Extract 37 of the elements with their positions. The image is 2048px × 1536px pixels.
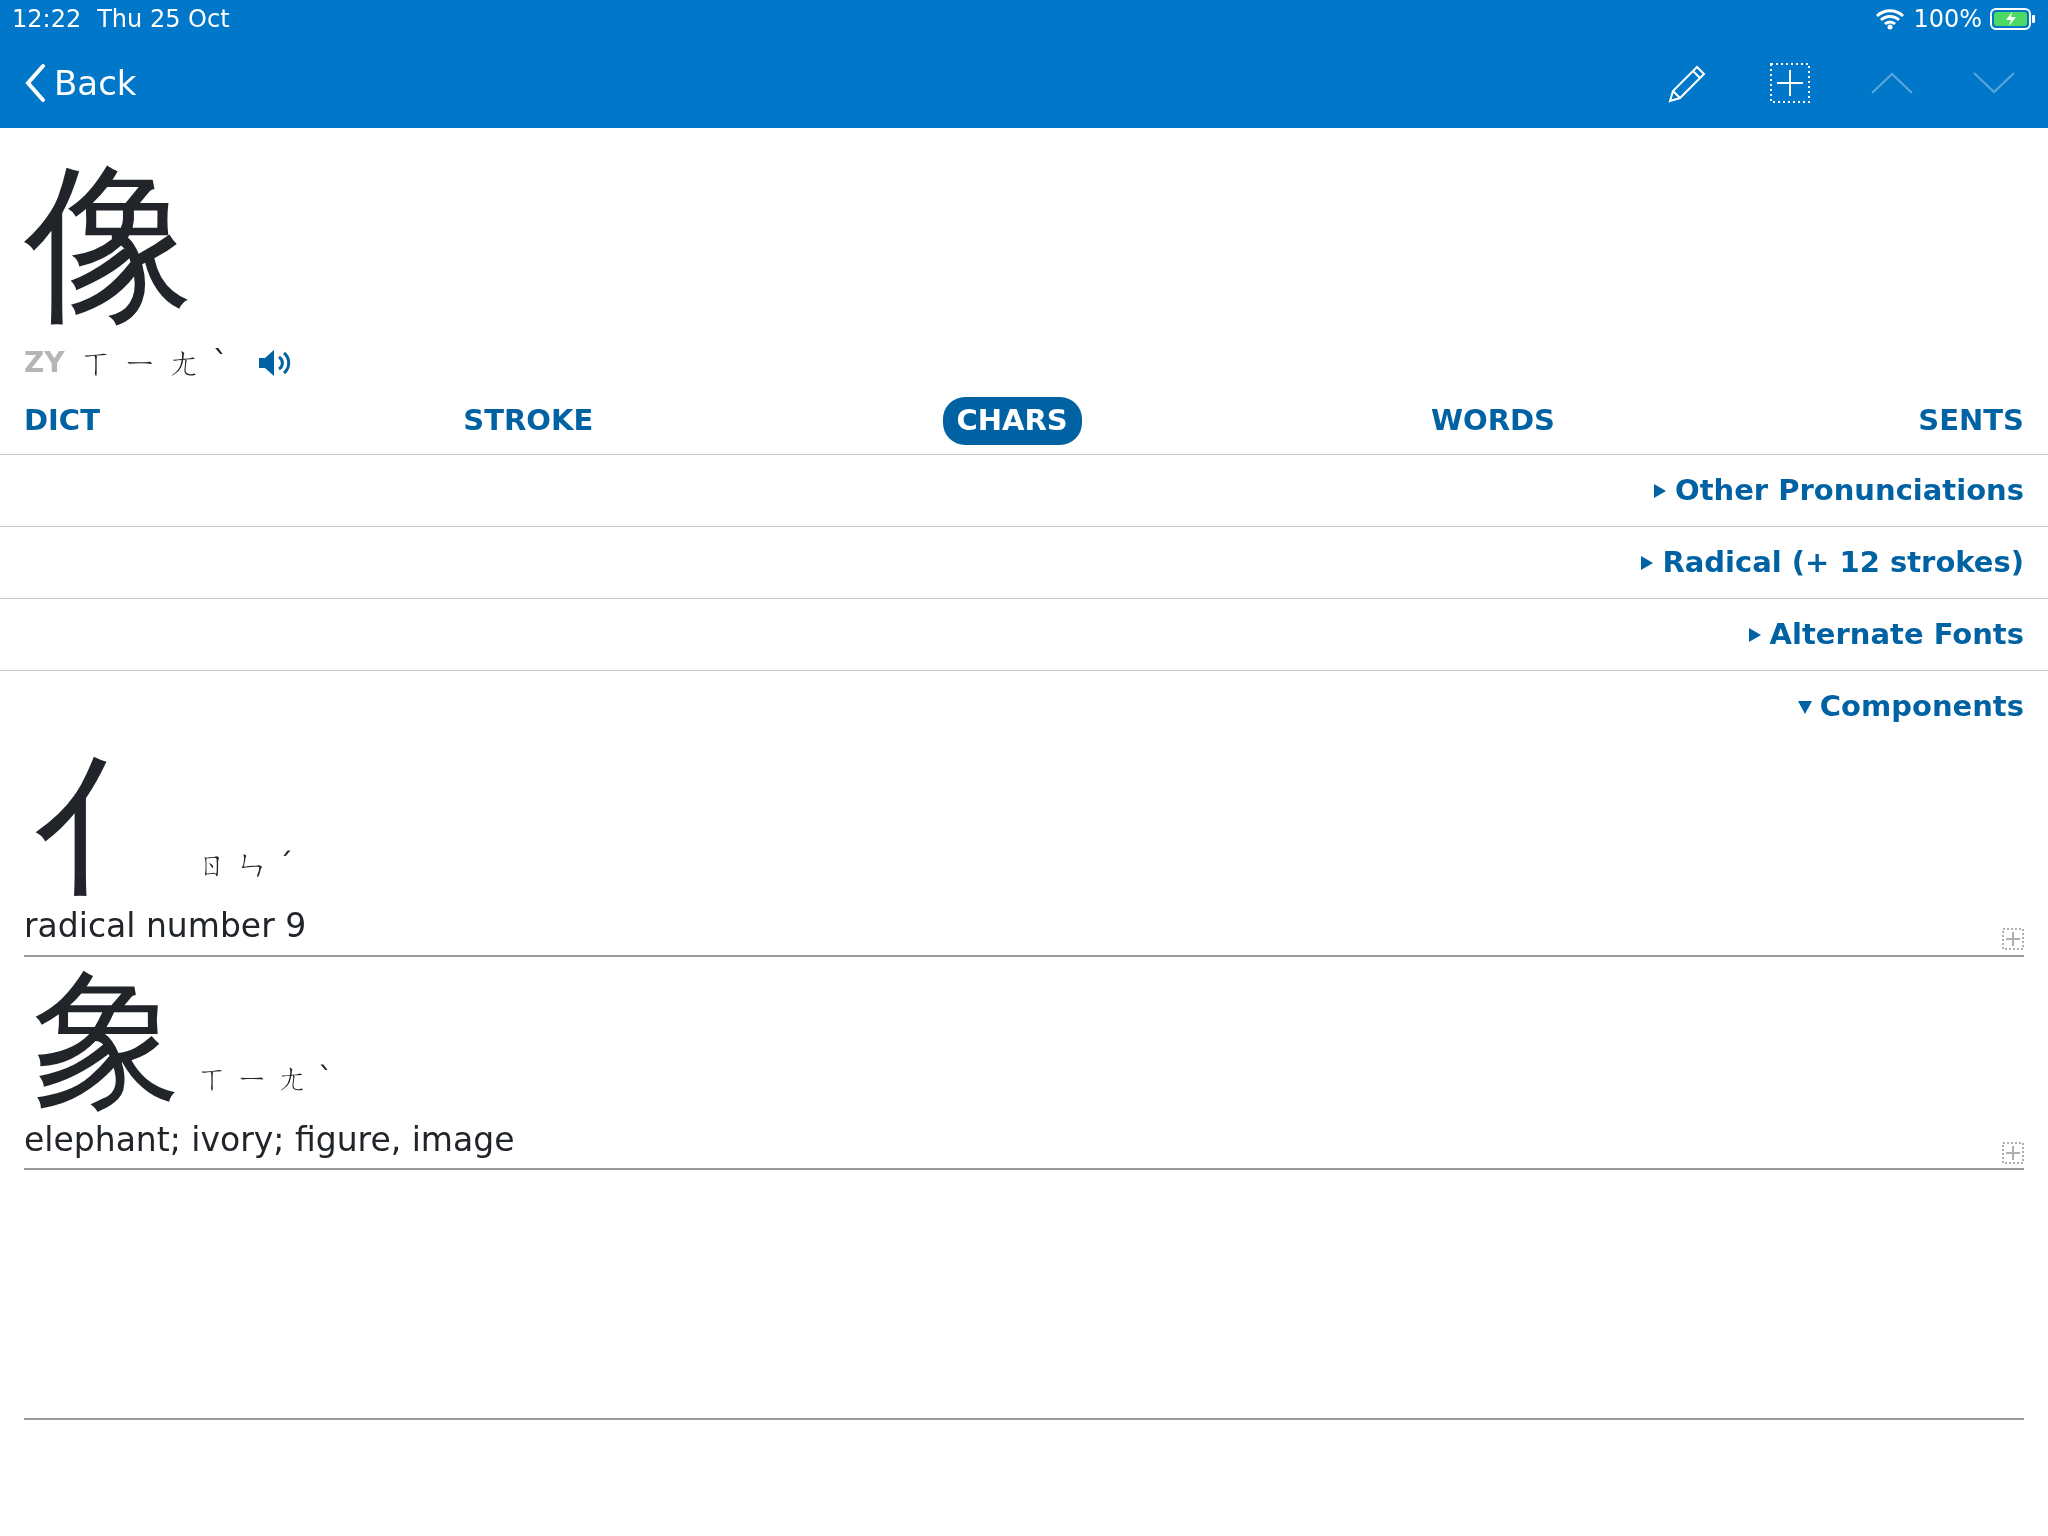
plus-box-icon bbox=[2002, 1141, 2024, 1164]
back-button[interactable]: Back bbox=[24, 57, 137, 109]
headword-character: 像 bbox=[23, 143, 194, 328]
battery-charging-icon bbox=[1990, 7, 2036, 31]
zhuyin-reading: ㄖㄣˊ bbox=[198, 846, 303, 884]
section-toggle[interactable]: Radical (+ 12 strokes) bbox=[1640, 540, 2024, 585]
status-time: 12:22 bbox=[12, 4, 82, 35]
tab[interactable]: CHARS bbox=[942, 397, 1082, 445]
definition-text: radical number 9 bbox=[24, 905, 307, 947]
tab[interactable]: WORDS bbox=[1417, 397, 1569, 445]
chevron-left-icon bbox=[24, 63, 46, 103]
tab[interactable]: SENTS bbox=[1904, 397, 2024, 445]
triangle-right-icon bbox=[1747, 626, 1762, 643]
battery-percentage: 100% bbox=[1913, 4, 1982, 35]
chevron-up-icon bbox=[1870, 71, 1914, 95]
component-character[interactable]: 象 bbox=[32, 964, 182, 1115]
plus-box-icon bbox=[1769, 62, 1811, 104]
section-toggle[interactable]: Other Pronunciations bbox=[1653, 468, 2024, 513]
section-toggle[interactable]: Alternate Fonts bbox=[1747, 612, 2024, 657]
zhuyin-reading: ㄒㄧㄤˋ bbox=[80, 343, 241, 384]
status-date: Thu 25 Oct bbox=[97, 4, 230, 35]
triangle-down-icon bbox=[1797, 699, 1812, 715]
definition-text: elephant; ivory; figure, image bbox=[24, 1118, 515, 1161]
component-character[interactable]: 亻 bbox=[32, 751, 182, 901]
wifi-icon bbox=[1875, 8, 1906, 30]
triangle-right-icon bbox=[1640, 554, 1655, 571]
romanization-label: ZY bbox=[24, 345, 65, 381]
plus-box-icon bbox=[2002, 928, 2024, 950]
triangle-right-icon bbox=[1653, 482, 1667, 499]
speaker-icon[interactable] bbox=[256, 348, 293, 378]
zhuyin-reading: ㄒㄧㄤˋ bbox=[198, 1059, 343, 1098]
add-button[interactable] bbox=[2002, 1140, 2024, 1164]
tab[interactable]: DICT bbox=[24, 397, 114, 445]
tab[interactable]: STROKE bbox=[449, 397, 608, 445]
section-toggle[interactable]: Components bbox=[1797, 685, 2024, 729]
chevron-down-icon bbox=[1972, 71, 2016, 95]
add-button[interactable] bbox=[2002, 926, 2024, 951]
